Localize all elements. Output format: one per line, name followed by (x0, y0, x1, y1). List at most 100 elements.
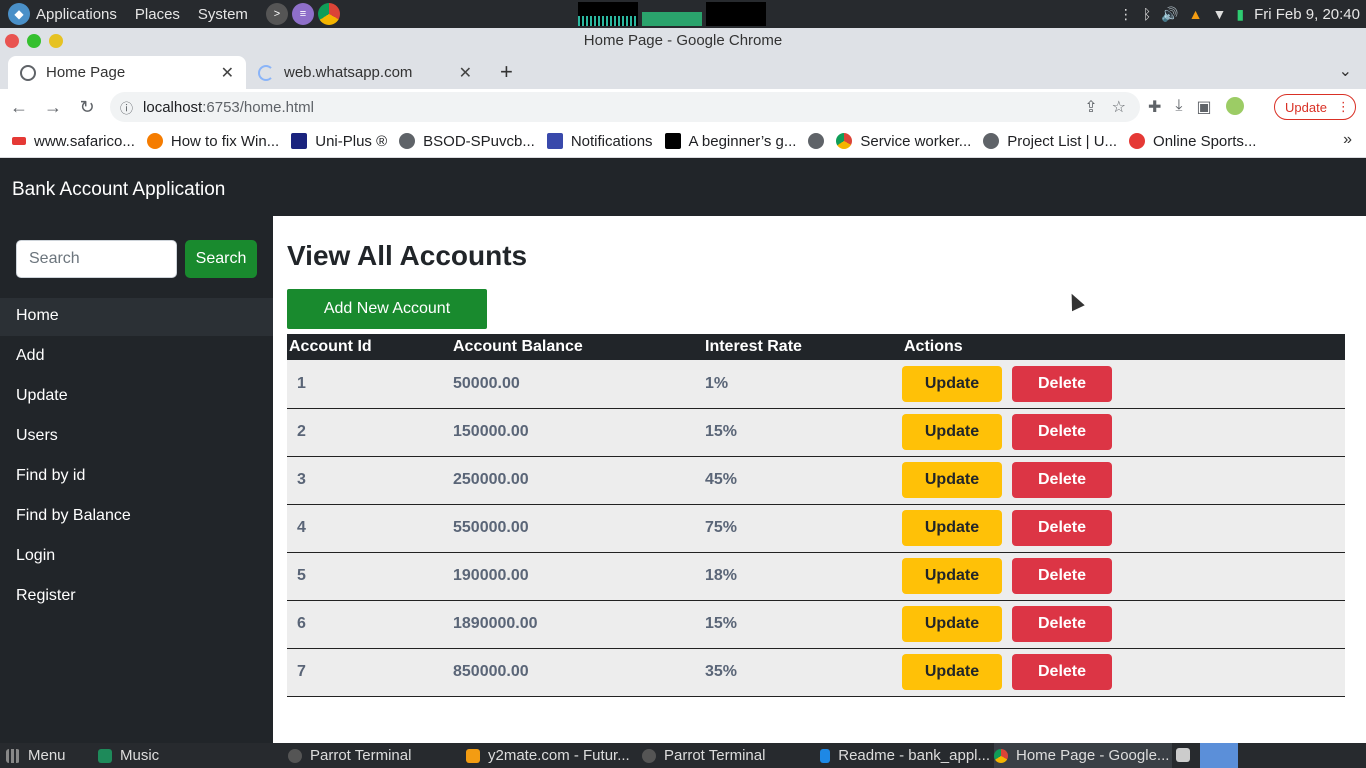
delete-button[interactable]: Delete (1012, 606, 1112, 642)
table-row: 1 50000.00 1% Update Delete (287, 360, 1345, 408)
workspace-switcher[interactable] (1200, 743, 1238, 768)
add-account-button[interactable]: Add New Account (287, 289, 487, 329)
taskbar-item-terminal[interactable]: Parrot Terminal (288, 743, 458, 768)
bookmark-item[interactable]: A beginner’s g... (664, 133, 796, 150)
update-button[interactable]: Update (902, 606, 1002, 642)
bookmark-item[interactable] (808, 133, 825, 149)
os-menu-applications[interactable]: Applications (36, 6, 117, 23)
sidebar: Search Search Home Add Update Users Find… (0, 216, 273, 743)
reload-icon[interactable]: ↻ (72, 97, 102, 118)
new-tab-icon[interactable]: + (500, 59, 513, 85)
side-panel-icon[interactable]: ▣ (1196, 97, 1211, 117)
terminal-launcher-icon[interactable]: > (265, 3, 288, 25)
bookmark-item[interactable]: How to fix Win... (146, 133, 279, 150)
close-tab-icon[interactable]: ✕ (221, 63, 234, 83)
app-switcher-icon[interactable] (1176, 748, 1190, 762)
wifi-icon[interactable]: ▼ (1213, 6, 1227, 22)
bookmark-label: BSOD-SPuvcb... (423, 132, 535, 150)
taskbar-item-chrome[interactable]: Home Page - Google... (994, 743, 1172, 768)
account-balance-cell: 850000.00 (453, 663, 529, 680)
taskbar-menu[interactable]: Menu (6, 743, 66, 768)
download-icon[interactable]: ⤓ (1175, 97, 1182, 117)
more-bookmarks-icon[interactable]: » (1343, 131, 1352, 149)
close-tab-icon[interactable]: ✕ (459, 63, 472, 83)
sidebar-item-register[interactable]: Register (0, 578, 273, 616)
browser-toolbar: ← → ↻ ⓘ localhost:6753/home.html ⇪ ☆ ✚ ⤓… (0, 89, 1366, 125)
tab-label: web.whatsapp.com (284, 64, 413, 81)
text-editor-launcher-icon[interactable]: ≡ (291, 3, 314, 25)
chrome-launcher-icon[interactable] (317, 3, 340, 25)
forward-icon[interactable]: → (38, 97, 68, 118)
sports-icon (1129, 133, 1146, 149)
delete-button[interactable]: Delete (1012, 365, 1112, 402)
account-id-cell: 6 (297, 615, 306, 632)
delete-button[interactable]: Delete (1012, 462, 1112, 498)
bookmark-item[interactable]: Uni-Plus ® (291, 133, 387, 150)
address-bar[interactable]: ⓘ localhost:6753/home.html ⇪ ☆ (110, 92, 1140, 122)
sidebar-item-add[interactable]: Add (0, 338, 273, 376)
taskbar-item-label: Home Page - Google... (1016, 747, 1170, 764)
delete-button[interactable]: Delete (1012, 654, 1112, 690)
update-button[interactable]: Update (902, 365, 1002, 402)
bookmark-label: Service worker... (860, 132, 972, 150)
info-icon[interactable]: ⓘ (120, 98, 133, 117)
account-balance-cell: 250000.00 (453, 471, 529, 488)
update-button[interactable]: Update (902, 462, 1002, 498)
account-balance-cell: 550000.00 (453, 519, 529, 536)
taskbar-menu-label: Menu (28, 747, 66, 764)
update-button[interactable]: Update (902, 414, 1002, 450)
search-button[interactable]: Search (185, 240, 257, 278)
music-icon (98, 748, 112, 763)
bluetooth-icon[interactable]: ᛒ (1143, 6, 1151, 22)
taskbar-item-terminal[interactable]: Parrot Terminal (642, 743, 812, 768)
actions-cell: Update Delete (902, 552, 1345, 600)
sidebar-item-update[interactable]: Update (0, 378, 273, 416)
actions-cell: Update Delete (902, 648, 1345, 696)
app-brand[interactable]: Bank Account Application (12, 179, 225, 200)
update-button[interactable]: Update (902, 510, 1002, 546)
taskbar-item-music[interactable]: Music (98, 743, 159, 768)
update-button[interactable]: Update (902, 558, 1002, 594)
bookmark-item[interactable]: Online Sports... (1129, 133, 1256, 150)
tab-search-chevron-icon[interactable]: ⌄ (1339, 61, 1352, 81)
profile-avatar[interactable] (1225, 97, 1244, 115)
sidebar-item-users[interactable]: Users (0, 418, 273, 456)
table-row: 6 1890000.00 15% Update Delete (287, 600, 1345, 648)
volume-icon[interactable]: 🔊 (1161, 6, 1178, 23)
bookmark-star-icon[interactable]: ☆ (1112, 97, 1126, 117)
kebab-menu-icon[interactable]: ⋮ (1337, 99, 1350, 115)
tab-whatsapp[interactable]: web.whatsapp.com ✕ (246, 56, 484, 89)
bookmark-item[interactable]: www.safarico... (12, 133, 135, 150)
clock[interactable]: Fri Feb 9, 20:40 (1254, 6, 1360, 23)
parrot-logo-icon[interactable]: ◆ (8, 3, 30, 25)
vscode-icon (820, 748, 831, 763)
bookmark-item[interactable]: Service worker... (836, 133, 971, 150)
back-icon[interactable]: ← (4, 97, 34, 118)
tab-home-page[interactable]: Home Page ✕ (8, 56, 246, 89)
taskbar-item-vlc[interactable]: y2mate.com - Futur... (466, 743, 632, 768)
taskbar-item-label: Readme - bank_appl... (838, 747, 990, 764)
account-id-cell: 7 (297, 663, 306, 680)
update-button[interactable]: Update (902, 654, 1002, 690)
more-icon[interactable]: ⋮ (1119, 6, 1133, 23)
delete-button[interactable]: Delete (1012, 558, 1112, 594)
sidebar-item-find-by-balance[interactable]: Find by Balance (0, 498, 273, 536)
extensions-puzzle-icon[interactable]: ✚ (1148, 97, 1161, 117)
sidebar-item-login[interactable]: Login (0, 538, 273, 576)
vlc-icon[interactable]: ▲ (1189, 6, 1203, 22)
os-menu-system[interactable]: System (198, 6, 248, 23)
taskbar-item-vscode[interactable]: Readme - bank_appl... (820, 743, 990, 768)
bookmark-item[interactable]: Project List | U... (983, 133, 1117, 150)
chrome-update-button[interactable]: Update ⋮ (1274, 94, 1356, 120)
delete-button[interactable]: Delete (1012, 414, 1112, 450)
share-icon[interactable]: ⇪ (1084, 97, 1097, 117)
delete-button[interactable]: Delete (1012, 510, 1112, 546)
account-balance-cell: 1890000.00 (453, 615, 538, 632)
os-menu-places[interactable]: Places (135, 6, 180, 23)
bookmark-item[interactable]: BSOD-SPuvcb... (399, 133, 535, 150)
bookmark-item[interactable]: Notifications (546, 133, 653, 150)
battery-icon[interactable]: ▮ (1236, 6, 1244, 23)
sidebar-item-find-by-id[interactable]: Find by id (0, 458, 273, 496)
search-input[interactable]: Search (16, 240, 177, 278)
sidebar-item-home[interactable]: Home (0, 298, 273, 336)
